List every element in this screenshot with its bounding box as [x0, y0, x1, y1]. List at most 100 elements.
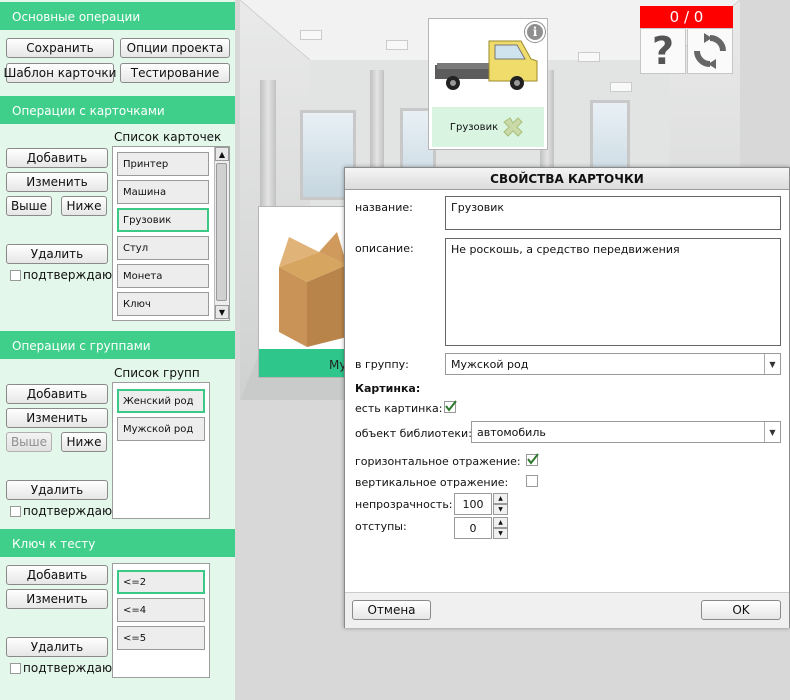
horizontal-flip-label: горизонтальное отражение:	[355, 455, 521, 468]
refresh-icon	[694, 33, 726, 69]
testing-button[interactable]: Тестирование	[120, 63, 230, 83]
confirm-delete-card-checkbox[interactable]	[10, 270, 21, 281]
list-item[interactable]: Стул	[117, 236, 209, 260]
edit-group-button[interactable]: Изменить	[6, 408, 108, 428]
edit-key-button[interactable]: Изменить	[6, 589, 108, 609]
refresh-button[interactable]	[687, 28, 733, 74]
has-picture-label: есть картинка:	[355, 402, 443, 415]
section-title: Операции с группами	[12, 339, 151, 353]
confirm-delete-group-checkbox[interactable]	[10, 506, 21, 517]
ok-button[interactable]: OK	[701, 600, 781, 620]
project-options-button[interactable]: Опции проекта	[120, 38, 230, 58]
ceiling-lamp	[300, 30, 322, 40]
card-truck-caption-text: Грузовик	[449, 121, 499, 133]
delete-group-button[interactable]: Удалить	[6, 480, 108, 500]
list-item[interactable]: <=5	[117, 626, 205, 650]
vertical-flip-label: вертикальное отражение:	[355, 476, 509, 489]
increment-arrow-icon[interactable]: ▲	[493, 517, 508, 528]
scroll-up-arrow-icon[interactable]: ▲	[215, 147, 229, 161]
confirm-delete-card-label: подтверждаю	[23, 268, 113, 282]
checkmark-icon	[527, 453, 539, 465]
cards-list-scrollbar[interactable]: ▲ ▼	[214, 147, 229, 320]
library-object-value: автомобиль	[477, 426, 546, 439]
dialog-title: СВОЙСТВА КАРТОЧКИ	[345, 168, 789, 190]
edit-card-button[interactable]: Изменить	[6, 172, 108, 192]
confirm-delete-key-checkbox[interactable]	[10, 663, 21, 674]
name-field[interactable]: Грузовик	[445, 196, 781, 230]
scrollbar-thumb[interactable]	[216, 163, 227, 301]
list-item-selected[interactable]: <=2	[117, 570, 205, 594]
key-list[interactable]: <=2 <=4 <=5	[112, 563, 210, 678]
move-group-down-button[interactable]: Ниже	[61, 432, 107, 452]
groups-list-title: Список групп	[114, 366, 200, 380]
save-button[interactable]: Сохранить	[6, 38, 114, 58]
section-title: Ключ к тесту	[12, 537, 96, 551]
section-header-groups: Операции с группами	[0, 331, 235, 359]
card-box[interactable]: Му	[258, 206, 348, 378]
help-icon: ?	[651, 29, 675, 73]
card-truck[interactable]: i Грузовик	[428, 18, 548, 150]
opacity-stepper[interactable]: 100 ▲ ▼	[454, 493, 510, 515]
section-header-cards: Операции с карточками	[0, 96, 235, 124]
opacity-value[interactable]: 100	[454, 493, 492, 515]
card-template-button[interactable]: Шаблон карточки	[4, 63, 116, 83]
section-title: Основные операции	[12, 10, 141, 24]
delete-card-button[interactable]: Удалить	[6, 244, 108, 264]
library-object-label: объект библиотеки:	[355, 427, 472, 440]
list-item[interactable]: Принтер	[117, 152, 209, 176]
cards-list[interactable]: Принтер Машина Грузовик Стул Монета Ключ…	[112, 146, 230, 321]
chevron-down-icon: ▼	[764, 354, 780, 374]
list-item[interactable]: Ключ	[117, 292, 209, 316]
confirm-delete-group-label: подтверждаю	[23, 504, 113, 518]
chevron-down-icon: ▼	[764, 422, 780, 442]
group-select[interactable]: Мужской род ▼	[445, 353, 781, 375]
padding-label: отступы:	[355, 520, 407, 533]
card-box-caption: Му	[259, 349, 347, 377]
name-label: название:	[355, 201, 413, 214]
increment-arrow-icon[interactable]: ▲	[493, 493, 508, 504]
add-key-button[interactable]: Добавить	[6, 565, 108, 585]
padding-stepper[interactable]: 0 ▲ ▼	[454, 517, 510, 539]
list-item-selected[interactable]: Грузовик	[117, 208, 209, 232]
list-item[interactable]: Мужской род	[117, 417, 205, 441]
help-button[interactable]: ?	[640, 28, 686, 74]
left-panel: Основные операции Сохранить Опции проект…	[0, 0, 235, 700]
groups-list[interactable]: Женский род Мужской род	[112, 382, 210, 519]
info-icon[interactable]: i	[525, 22, 545, 42]
cancel-button[interactable]: Отмена	[352, 600, 431, 620]
scroll-down-arrow-icon[interactable]: ▼	[215, 305, 229, 319]
move-card-down-button[interactable]: Ниже	[61, 196, 107, 216]
has-picture-checkbox[interactable]	[444, 400, 457, 413]
add-group-button[interactable]: Добавить	[6, 384, 108, 404]
checkmark-icon	[445, 400, 457, 412]
description-label: описание:	[355, 242, 414, 255]
library-object-select[interactable]: автомобиль ▼	[471, 421, 781, 443]
opacity-label: непрозрачность:	[355, 498, 453, 511]
description-field[interactable]: Не роскошь, а средство передвижения	[445, 238, 781, 346]
horizontal-flip-checkbox[interactable]	[526, 453, 539, 466]
list-item[interactable]: Машина	[117, 180, 209, 204]
box-icon	[279, 232, 347, 347]
list-item[interactable]: <=4	[117, 598, 205, 622]
card-truck-caption: Грузовик	[432, 107, 544, 147]
decrement-arrow-icon[interactable]: ▼	[493, 504, 508, 515]
vertical-flip-checkbox[interactable]	[526, 475, 538, 487]
delete-key-button[interactable]: Удалить	[6, 637, 108, 657]
decrement-arrow-icon[interactable]: ▼	[493, 528, 508, 539]
section-header-basic: Основные операции	[0, 2, 235, 30]
list-item-selected[interactable]: Женский род	[117, 389, 205, 413]
move-group-up-button[interactable]: Выше	[6, 432, 52, 452]
ceiling-lamp	[386, 40, 408, 50]
add-card-button[interactable]: Добавить	[6, 148, 108, 168]
score-display: 0 / 0	[640, 6, 733, 28]
padding-value[interactable]: 0	[454, 517, 492, 539]
move-card-up-button[interactable]: Выше	[6, 196, 52, 216]
card-properties-dialog: СВОЙСТВА КАРТОЧКИ название: Грузовик опи…	[344, 167, 790, 628]
list-item[interactable]: Монета	[117, 264, 209, 288]
ceiling-lamp	[578, 52, 600, 62]
cards-list-title: Список карточек	[114, 130, 222, 144]
cross-icon	[503, 117, 523, 137]
group-label: в группу:	[355, 358, 409, 371]
picture-header: Картинка:	[355, 382, 421, 395]
group-select-value: Мужской род	[451, 358, 529, 371]
